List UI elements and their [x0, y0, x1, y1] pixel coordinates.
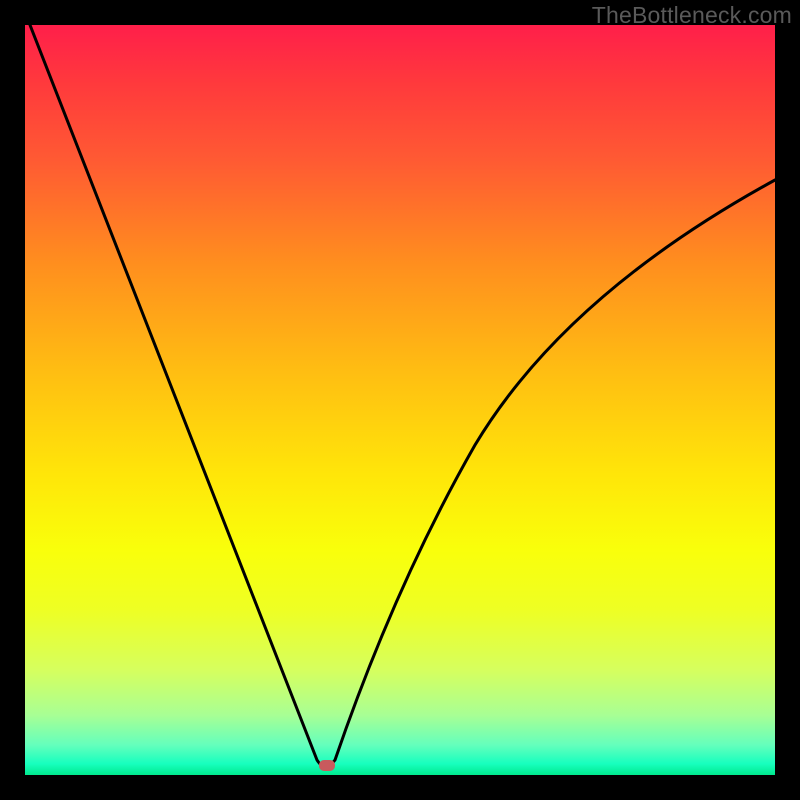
chart-frame: TheBottleneck.com [0, 0, 800, 800]
curve-path [30, 25, 775, 767]
watermark-text: TheBottleneck.com [592, 2, 792, 29]
plot-area [25, 25, 775, 775]
optimum-marker [319, 760, 335, 771]
bottleneck-curve [25, 25, 775, 775]
